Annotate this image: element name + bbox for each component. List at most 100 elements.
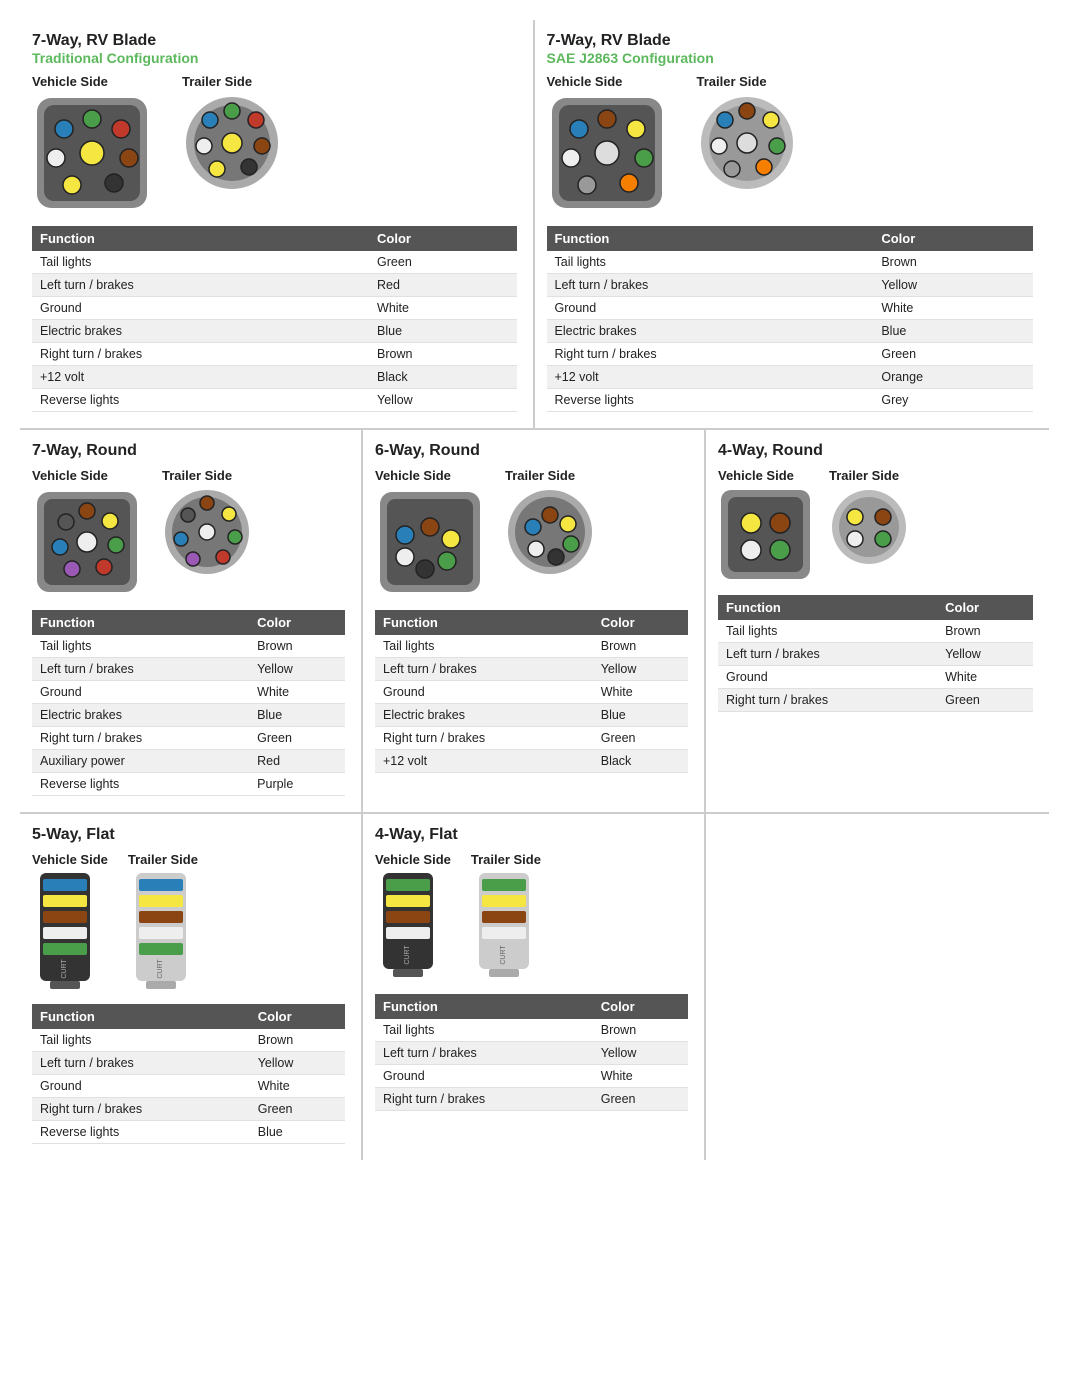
color-cell: Green <box>937 689 1033 712</box>
vehicle-side-label: Vehicle Side <box>375 852 451 867</box>
function-cell: Left turn / brakes <box>375 658 593 681</box>
table-row: GroundWhite <box>32 297 517 320</box>
trailer-connector-5flat: CURT <box>128 871 203 991</box>
color-cell: Brown <box>250 1029 345 1052</box>
table-row: +12 voltBlack <box>32 366 517 389</box>
color-cell: Brown <box>873 251 1033 274</box>
section-title: 6-Way, Round <box>375 442 688 460</box>
col-color-header: Color <box>249 610 345 635</box>
function-cell: Electric brakes <box>32 320 369 343</box>
function-cell: +12 volt <box>32 366 369 389</box>
section-title: 7-Way, RV Blade <box>547 32 1034 50</box>
table-row: Reverse lightsPurple <box>32 773 345 796</box>
col-function-header: Function <box>547 226 874 251</box>
function-table-s2: Function Color Tail lightsBrownLeft turn… <box>547 226 1034 412</box>
table-row: Electric brakesBlue <box>32 704 345 727</box>
function-cell: Electric brakes <box>547 320 874 343</box>
function-cell: Ground <box>547 297 874 320</box>
svg-text:CURT: CURT <box>404 945 411 965</box>
function-cell: Ground <box>375 1065 593 1088</box>
function-table-s3: Function Color Tail lightsBrownLeft turn… <box>32 610 345 796</box>
color-cell: Yellow <box>593 1042 688 1065</box>
table-row: Tail lightsBrown <box>718 620 1033 643</box>
section-7way-blade-traditional: 7-Way, RV Blade Traditional Configuratio… <box>20 20 535 428</box>
function-cell: Reverse lights <box>32 389 369 412</box>
table-row: Right turn / brakesGreen <box>32 1098 345 1121</box>
table-row: Left turn / brakesYellow <box>547 274 1034 297</box>
table-row: GroundWhite <box>32 1075 345 1098</box>
table-row: Tail lightsBrown <box>375 635 688 658</box>
function-cell: Left turn / brakes <box>32 274 369 297</box>
color-cell: White <box>593 681 688 704</box>
vehicle-side-label: Vehicle Side <box>375 468 485 483</box>
section-4way-flat: 4-Way, Flat Vehicle Side CURT Trailer Si… <box>363 814 706 1160</box>
color-cell: Yellow <box>250 1052 345 1075</box>
table-row: Electric brakesBlue <box>547 320 1034 343</box>
color-cell: Grey <box>873 389 1033 412</box>
color-cell: Blue <box>250 1121 345 1144</box>
trailer-connector-6round <box>505 487 595 577</box>
function-table-s6: Function Color Tail lightsBrownLeft turn… <box>32 1004 345 1144</box>
trailer-side-label: Trailer Side <box>505 468 595 483</box>
function-cell: +12 volt <box>547 366 874 389</box>
col-color-header: Color <box>593 610 688 635</box>
color-cell: Green <box>593 727 688 750</box>
function-cell: Ground <box>718 666 937 689</box>
function-cell: Tail lights <box>375 635 593 658</box>
color-cell: Black <box>593 750 688 773</box>
color-cell: Orange <box>873 366 1033 389</box>
function-cell: Reverse lights <box>32 1121 250 1144</box>
color-cell: Purple <box>249 773 345 796</box>
table-row: Tail lightsGreen <box>32 251 517 274</box>
vehicle-connector-5flat: CURT <box>32 871 107 991</box>
function-cell: Right turn / brakes <box>32 727 249 750</box>
color-cell: Brown <box>593 1019 688 1042</box>
function-cell: Right turn / brakes <box>547 343 874 366</box>
function-cell: Right turn / brakes <box>375 1088 593 1111</box>
color-cell: Yellow <box>369 389 516 412</box>
vehicle-side-label: Vehicle Side <box>718 468 813 483</box>
color-cell: Green <box>873 343 1033 366</box>
function-cell: Left turn / brakes <box>375 1042 593 1065</box>
section-5way-flat: 5-Way, Flat Vehicle Side CURT <box>20 814 363 1160</box>
color-cell: Red <box>249 750 345 773</box>
function-cell: Ground <box>32 681 249 704</box>
section-title: 4-Way, Round <box>718 442 1033 460</box>
color-cell: Blue <box>593 704 688 727</box>
svg-text:CURT: CURT <box>61 959 68 979</box>
table-row: Tail lightsBrown <box>32 1029 345 1052</box>
color-cell: Red <box>369 274 516 297</box>
function-cell: Tail lights <box>375 1019 593 1042</box>
table-row: Tail lightsBrown <box>32 635 345 658</box>
table-row: Right turn / brakesGreen <box>375 1088 688 1111</box>
function-cell: Left turn / brakes <box>32 1052 250 1075</box>
color-cell: Blue <box>873 320 1033 343</box>
section-6way-round: 6-Way, Round Vehicle Side Trailer Side <box>363 430 706 812</box>
col-function-header: Function <box>32 226 369 251</box>
function-cell: Reverse lights <box>547 389 874 412</box>
function-cell: Tail lights <box>718 620 937 643</box>
function-cell: +12 volt <box>375 750 593 773</box>
vehicle-side-label: Vehicle Side <box>32 468 142 483</box>
function-cell: Tail lights <box>32 635 249 658</box>
color-cell: Black <box>369 366 516 389</box>
table-row: Right turn / brakesGreen <box>32 727 345 750</box>
trailer-side-label: Trailer Side <box>162 468 252 483</box>
color-cell: Green <box>249 727 345 750</box>
color-cell: Yellow <box>937 643 1033 666</box>
function-table-s5: Function Color Tail lightsBrownLeft turn… <box>718 595 1033 712</box>
function-cell: Left turn / brakes <box>32 658 249 681</box>
col-function-header: Function <box>375 610 593 635</box>
section-title: 7-Way, Round <box>32 442 345 460</box>
section-subtitle: SAE J2863 Configuration <box>547 50 1034 66</box>
function-table-s1: Function Color Tail lightsGreenLeft turn… <box>32 226 517 412</box>
svg-text:CURT: CURT <box>157 959 164 979</box>
vehicle-connector-7blade-traditional <box>32 93 152 213</box>
table-row: GroundWhite <box>718 666 1033 689</box>
table-row: GroundWhite <box>32 681 345 704</box>
color-cell: White <box>937 666 1033 689</box>
table-row: GroundWhite <box>375 1065 688 1088</box>
vehicle-connector-4flat: CURT <box>375 871 450 981</box>
color-cell: Brown <box>249 635 345 658</box>
color-cell: Yellow <box>593 658 688 681</box>
